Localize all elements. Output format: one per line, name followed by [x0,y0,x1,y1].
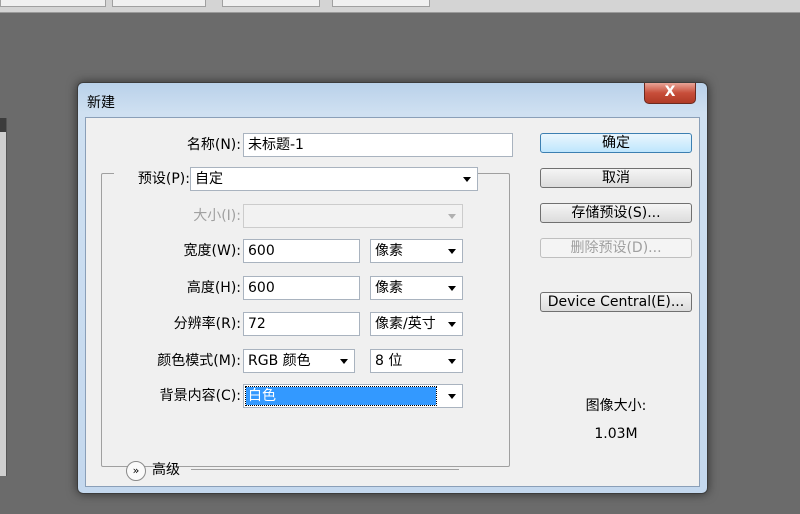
preset-label: 预设(P): [114,171,190,187]
image-size-value: 1.03M [594,426,638,442]
background-dropdown[interactable]: 白色 [243,384,463,408]
close-button[interactable]: X [644,83,696,104]
resolution-unit-value: 像素/英寸 [375,316,436,332]
bit-depth-dropdown[interactable]: 8 位 [370,349,463,373]
color-mode-dropdown[interactable]: RGB 颜色 [243,349,355,373]
size-dropdown [243,204,463,228]
toolbar-field[interactable] [0,0,106,7]
chevron-down-icon [448,286,456,291]
height-input[interactable]: 600 [243,276,360,300]
background-value: 白色 [245,386,437,406]
resolution-input[interactable]: 72 [243,312,360,336]
chevron-down-icon [448,214,456,219]
ok-button[interactable]: 确定 [540,133,692,153]
width-unit-dropdown[interactable]: 像素 [370,239,463,263]
height-unit-dropdown[interactable]: 像素 [370,276,463,300]
advanced-label: 高级 [152,462,180,478]
left-panel-edge [0,118,7,476]
cancel-button[interactable]: 取消 [540,168,692,188]
delete-preset-button: 删除预设(D)... [540,238,692,258]
chevron-down-icon [463,177,471,182]
toolbar-field[interactable] [112,0,206,7]
chevron-down-icon [448,249,456,254]
color-mode-label: 颜色模式(M): [157,353,241,369]
image-size-label: 图像大小: [585,398,647,414]
close-icon: X [664,84,676,100]
chevron-down-icon [340,359,348,364]
name-label: 名称(N): [186,137,241,153]
name-input[interactable]: 未标题-1 [243,133,513,157]
preset-dropdown[interactable]: 自定 [190,167,478,191]
expand-advanced-icon[interactable]: » [126,461,146,481]
chevron-down-icon [448,322,456,327]
device-central-button[interactable]: Device Central(E)... [540,292,692,312]
width-input[interactable]: 600 [243,239,360,263]
resolution-label: 分辨率(R): [173,316,241,332]
color-mode-value: RGB 颜色 [248,353,311,369]
height-unit-value: 像素 [375,280,403,296]
advanced-divider [191,469,459,470]
width-label: 宽度(W): [183,243,241,259]
width-unit-value: 像素 [375,243,403,259]
background-label: 背景内容(C): [159,388,241,404]
preset-value: 自定 [195,171,223,187]
resolution-unit-dropdown[interactable]: 像素/英寸 [370,312,463,336]
toolbar-field[interactable] [332,0,430,7]
size-label: 大小(I): [193,208,241,224]
new-document-dialog: 新建 X 名称(N): 未标题-1 预设(P): 自定 大小(I): 宽度(W)… [77,82,708,494]
dialog-body: 名称(N): 未标题-1 预设(P): 自定 大小(I): 宽度(W): 600… [85,117,700,487]
bit-depth-value: 8 位 [375,353,403,369]
chevron-down-icon [448,394,456,399]
height-label: 高度(H): [186,280,241,296]
dialog-title: 新建 [87,95,115,111]
save-preset-button[interactable]: 存储预设(S)... [540,203,692,223]
app-top-bar [0,0,800,13]
toolbar-field[interactable] [222,0,320,7]
chevron-down-icon [448,359,456,364]
